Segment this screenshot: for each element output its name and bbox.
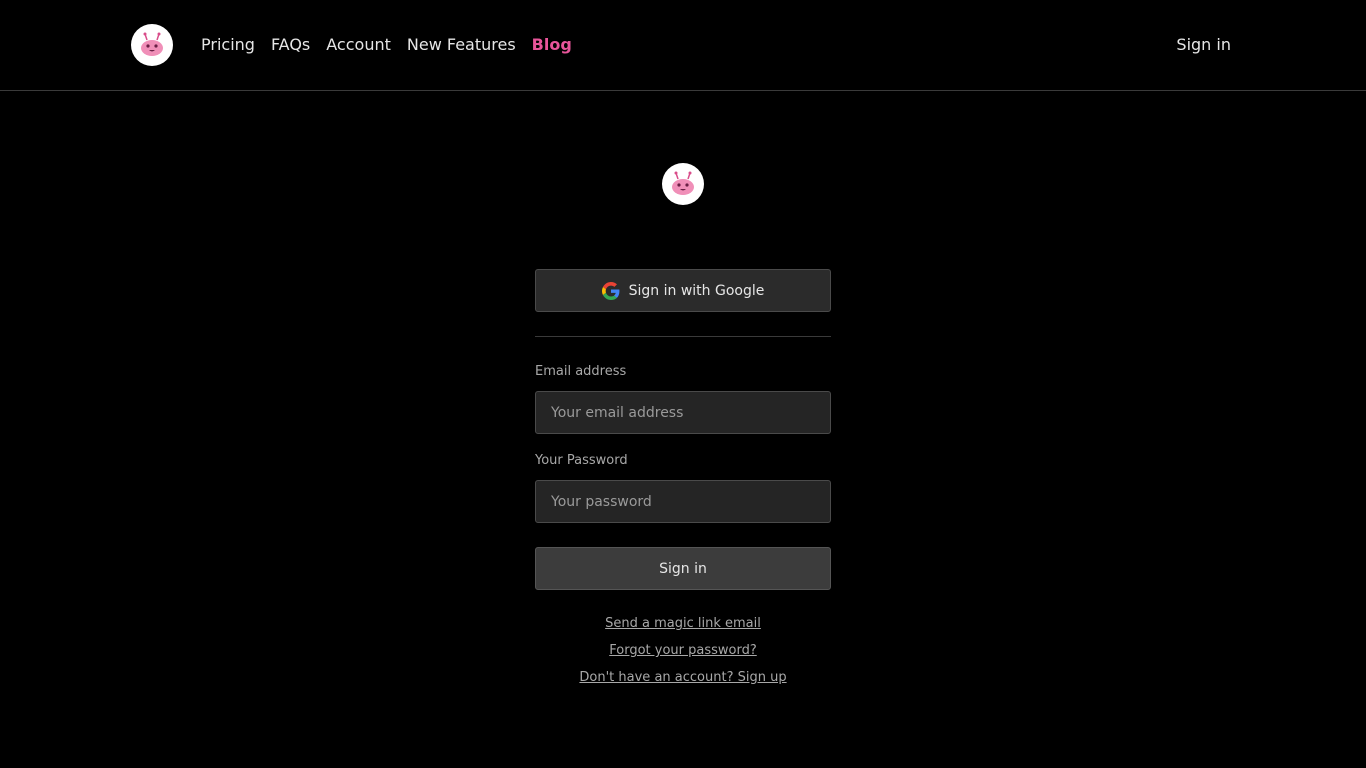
nav-account[interactable]: Account (326, 34, 391, 56)
email-label: Email address (535, 364, 627, 379)
nav-faqs[interactable]: FAQs (271, 34, 310, 56)
sign-up-link[interactable]: Don't have an account? Sign up (579, 669, 786, 687)
robot-mascot-icon (672, 171, 694, 195)
password-input[interactable] (535, 480, 831, 523)
google-sign-in-button[interactable]: Sign in with Google (535, 269, 831, 312)
header-sign-in-link[interactable]: Sign in (1176, 34, 1231, 56)
password-label: Your Password (535, 453, 628, 468)
google-icon (601, 281, 620, 300)
auth-links: Send a magic link email Forgot your pass… (535, 615, 831, 687)
sign-in-form: Sign in with Google Email address Your P… (535, 269, 831, 687)
nav-blog[interactable]: Blog (532, 34, 572, 56)
sign-in-button[interactable]: Sign in (535, 547, 831, 590)
header-logo[interactable] (131, 24, 173, 66)
forgot-password-link[interactable]: Forgot your password? (609, 642, 757, 660)
site-header: Pricing FAQs Account New Features Blog S… (0, 0, 1366, 91)
main-nav: Pricing FAQs Account New Features Blog (201, 34, 572, 56)
nav-pricing[interactable]: Pricing (201, 34, 255, 56)
google-button-label: Sign in with Google (628, 282, 765, 299)
magic-link-link[interactable]: Send a magic link email (605, 615, 761, 633)
divider (535, 336, 831, 337)
auth-logo (662, 163, 704, 205)
robot-mascot-icon (141, 32, 163, 56)
email-input[interactable] (535, 391, 831, 434)
nav-new-features[interactable]: New Features (407, 34, 516, 56)
